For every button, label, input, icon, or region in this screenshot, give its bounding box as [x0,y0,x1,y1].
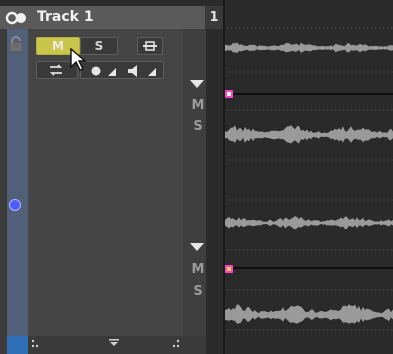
channel-settings-icon [143,41,157,51]
link-icon[interactable] [4,11,30,25]
lane-1-event-marker[interactable] [225,90,233,98]
collapse-lanes-icon[interactable] [108,338,120,348]
lane-1-mute-button[interactable]: M [190,98,206,113]
resize-grip-left-icon[interactable] [31,339,41,351]
lock-icon[interactable] [8,36,24,52]
track-number: 1 [209,10,219,25]
resize-grip-right-icon[interactable] [172,339,182,351]
lane-2-solo-button[interactable]: S [190,284,206,299]
lane-2-event-marker[interactable] [225,265,233,273]
audio-waveforms [225,27,393,331]
lane-1-solo-button[interactable]: S [190,119,206,134]
mouse-cursor-icon [70,48,87,71]
lane-expand-toggle-1[interactable] [190,80,204,88]
lane-expand-toggle-2[interactable] [190,243,204,251]
routing-icon [49,64,63,76]
waveform-lane-2 [225,304,393,324]
left-edge-strip [0,0,7,354]
monitor-speaker-icon[interactable] [126,65,160,77]
waveform-lane-1 [225,125,393,144]
lane-2-mute-button[interactable]: M [190,262,206,277]
track-color-strip[interactable] [7,23,28,341]
waveform-upper [225,42,393,54]
automation-point-icon[interactable] [9,199,21,211]
waveform-middle [225,216,393,230]
track-selection-indicator [7,336,28,354]
track-name[interactable]: Track 1 [37,6,94,29]
track-header[interactable] [0,6,205,29]
record-enable-icon[interactable] [88,65,118,77]
